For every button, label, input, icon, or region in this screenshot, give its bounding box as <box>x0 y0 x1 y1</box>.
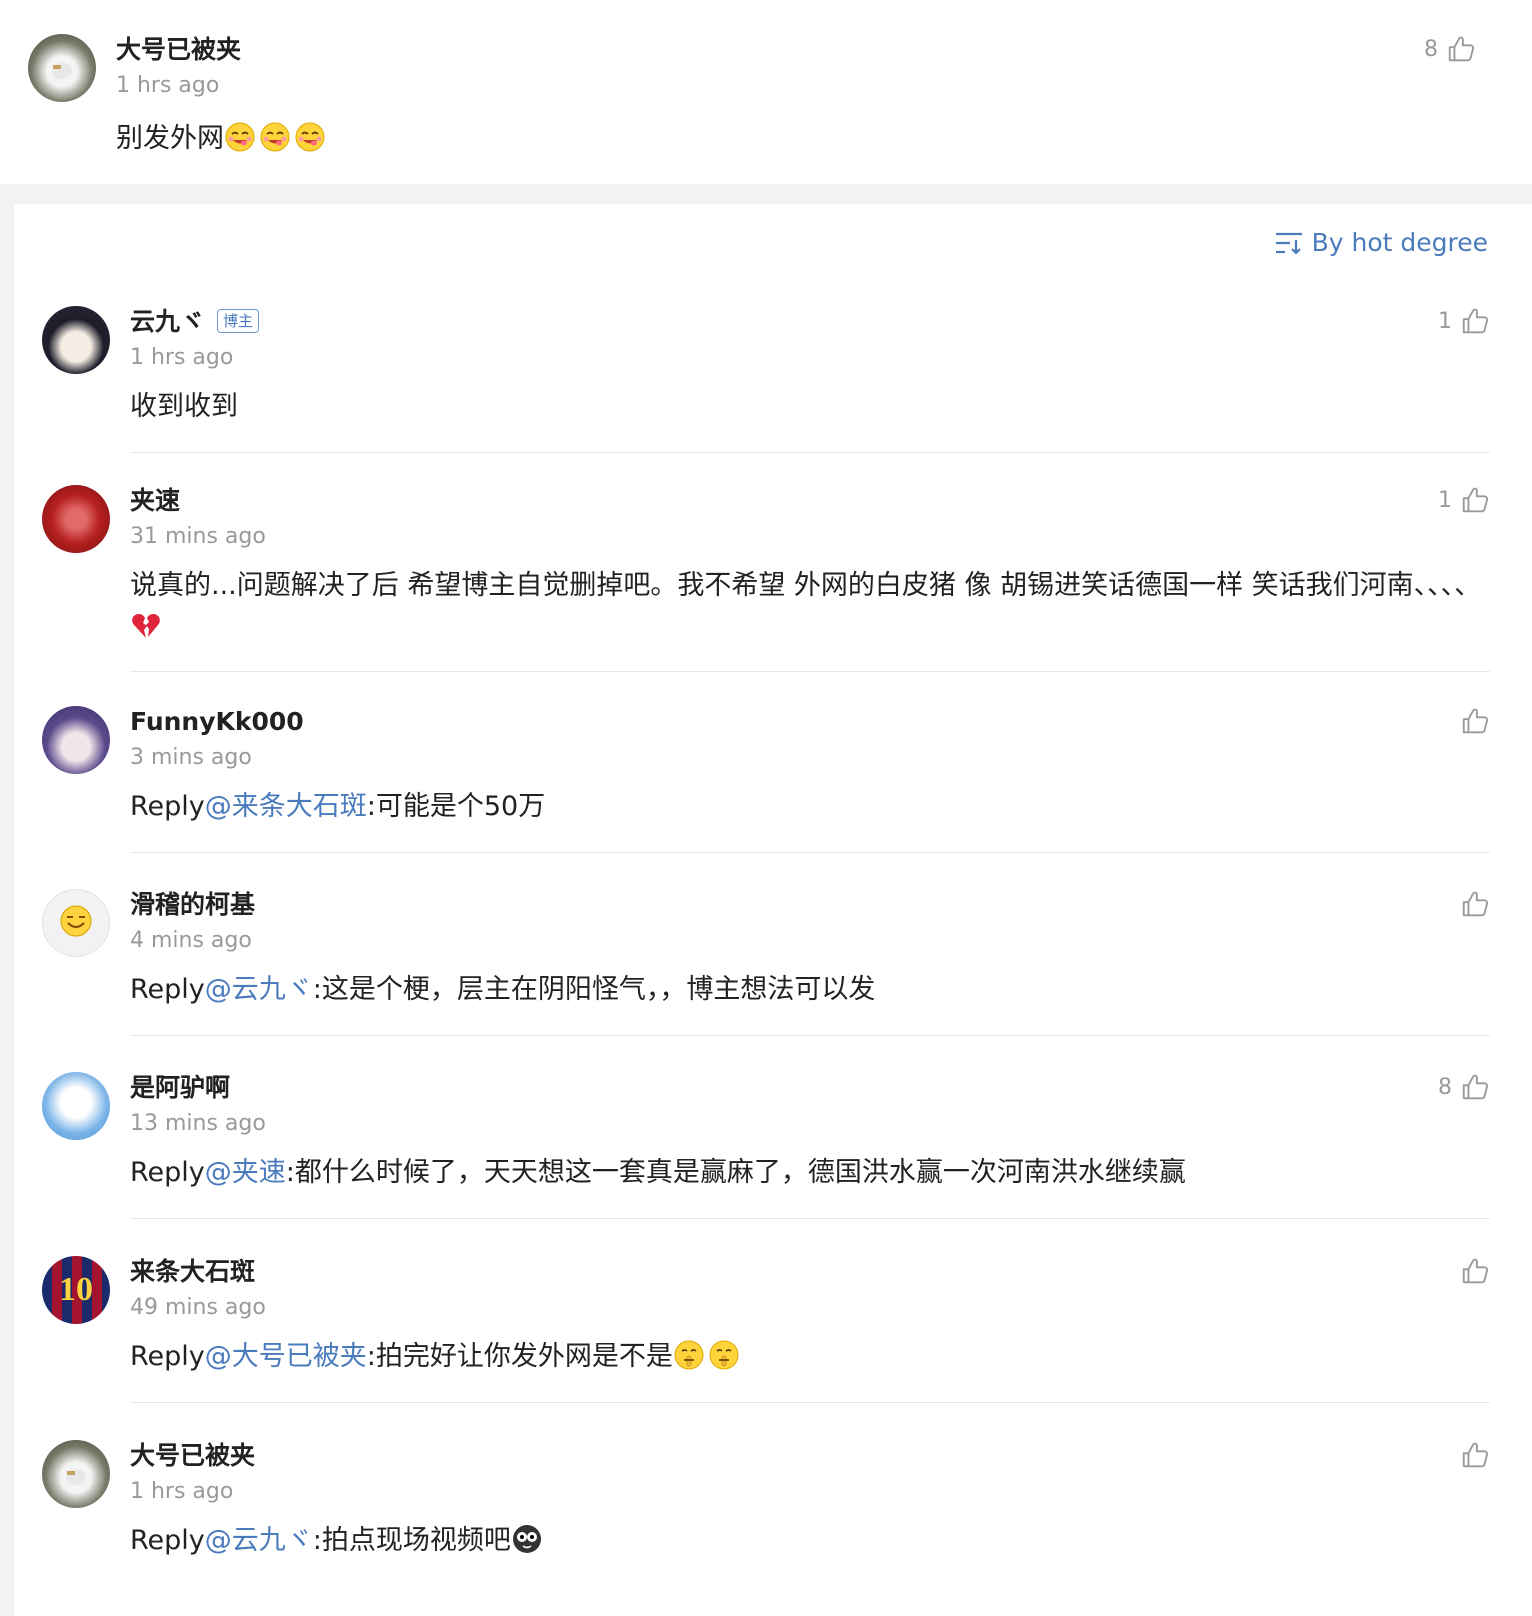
like-count: 8 <box>1438 1074 1452 1100</box>
sort-button[interactable]: By hot degree <box>1274 228 1488 257</box>
comment-text: 收到收到 <box>130 391 238 422</box>
reply-prefix: Reply <box>130 1341 205 1372</box>
comment-body: :可能是个50万 <box>366 791 546 822</box>
timestamp: 4 mins ago <box>130 928 252 953</box>
mention-link[interactable]: @云九ヾ <box>205 974 313 1005</box>
author-badge: 博主 <box>217 309 260 333</box>
avatar[interactable] <box>42 706 110 774</box>
timestamp: 3 mins ago <box>130 745 252 770</box>
thumbs-up-icon <box>1460 889 1490 919</box>
comment-text: 别发外网 <box>116 118 1471 160</box>
timestamp: 13 mins ago <box>130 1111 266 1136</box>
avatar-figure-icon <box>66 1469 86 1485</box>
top-comment-card: 大号已被夹 1 hrs ago 别发外网 8 <box>0 0 1532 184</box>
avatar-figure-icon <box>52 63 72 79</box>
like-button[interactable]: 8 <box>1438 1072 1490 1102</box>
comment-body: :都什么时候了，天天想这一套真是赢麻了，德国洪水赢一次河南洪水继续赢 <box>285 1157 1186 1188</box>
shushing-face-emoji <box>708 1339 740 1371</box>
thumbs-up-icon <box>1460 485 1490 515</box>
reply-prefix: Reply <box>130 1525 205 1556</box>
avatar[interactable] <box>42 889 110 957</box>
username[interactable]: 滑稽的柯基 <box>130 889 255 921</box>
like-button[interactable] <box>1452 706 1490 736</box>
avatar-jersey-number: 10 <box>59 1271 93 1308</box>
like-count: 1 <box>1438 487 1452 513</box>
username[interactable]: 来条大石斑 <box>130 1256 255 1288</box>
comment-text: Reply@云九ヾ:这是个梗，层主在阴阳怪气，，博主想法可以发 <box>130 969 1485 1011</box>
avatar[interactable]: 10 <box>42 1256 110 1324</box>
username[interactable]: 云九ヾ 博主 <box>130 306 260 338</box>
like-button[interactable]: 1 <box>1438 485 1490 515</box>
username[interactable]: 大号已被夹 <box>116 34 241 66</box>
username-text: 云九ヾ <box>130 307 206 336</box>
mention-link[interactable]: @夹速 <box>205 1157 286 1188</box>
comment-body: :拍完好让你发外网是不是 <box>366 1341 673 1372</box>
divider <box>130 1035 1490 1036</box>
comment-text: Reply@大号已被夹:拍完好让你发外网是不是 <box>130 1336 1485 1378</box>
comment-text: Reply@夹速:都什么时候了，天天想这一套真是赢麻了，德国洪水赢一次河南洪水继… <box>130 1152 1485 1194</box>
avatar[interactable] <box>42 1440 110 1508</box>
like-button[interactable]: 8 <box>1424 34 1476 64</box>
username[interactable]: FunnyKk000 <box>130 706 304 738</box>
thumbs-up-icon <box>1460 1256 1490 1286</box>
timestamp: 1 hrs ago <box>130 1479 234 1504</box>
divider <box>130 671 1490 672</box>
like-button[interactable] <box>1452 1256 1490 1286</box>
smiley-face-icon <box>60 905 92 937</box>
timestamp: 1 hrs ago <box>130 345 234 370</box>
timestamp: 31 mins ago <box>130 524 266 549</box>
like-button[interactable]: 1 <box>1438 306 1490 336</box>
comment-text: Reply@来条大石斑:可能是个50万 <box>130 786 1485 828</box>
like-button[interactable] <box>1452 1440 1490 1470</box>
thumbs-up-icon <box>1460 1440 1490 1470</box>
mention-link[interactable]: @云九ヾ <box>205 1525 313 1556</box>
avatar[interactable] <box>28 34 96 102</box>
divider <box>130 1402 1490 1403</box>
yummy-face-emoji <box>259 121 291 153</box>
mention-link[interactable]: @大号已被夹 <box>205 1341 367 1372</box>
divider <box>130 852 1490 853</box>
avatar[interactable] <box>42 1072 110 1140</box>
thumbs-up-icon <box>1460 706 1490 736</box>
comment-list-card: By hot degree 云九ヾ 博主 1 hrs ago 收到收到 1 夹速 … <box>14 204 1532 1616</box>
username[interactable]: 大号已被夹 <box>130 1440 255 1472</box>
reply-prefix: Reply <box>130 974 205 1005</box>
skull-eyes-emoji <box>511 1523 543 1555</box>
shushing-face-emoji <box>673 1339 705 1371</box>
thumbs-up-icon <box>1460 306 1490 336</box>
comment-body: :拍点现场视频吧 <box>312 1525 511 1556</box>
reply-prefix: Reply <box>130 791 205 822</box>
comment-body: 说真的...问题解决了后 希望博主自觉删掉吧。我不希望 外网的白皮猪 像 胡锡进… <box>130 570 1482 601</box>
yummy-face-emoji <box>294 121 326 153</box>
comment-body: 别发外网 <box>116 123 224 154</box>
like-count: 1 <box>1438 308 1452 334</box>
comment-text: Reply@云九ヾ:拍点现场视频吧 <box>130 1520 1485 1562</box>
broken-heart-emoji <box>130 610 162 642</box>
comment-text: 说真的...问题解决了后 希望博主自觉删掉吧。我不希望 外网的白皮猪 像 胡锡进… <box>130 565 1485 649</box>
divider <box>130 452 1490 453</box>
avatar[interactable] <box>42 485 110 553</box>
like-button[interactable] <box>1452 889 1490 919</box>
timestamp: 1 hrs ago <box>116 73 220 98</box>
divider <box>130 1218 1490 1219</box>
reply-prefix: Reply <box>130 1157 205 1188</box>
username[interactable]: 是阿驴啊 <box>130 1072 230 1104</box>
sort-label: By hot degree <box>1311 228 1488 257</box>
thumbs-up-icon <box>1446 34 1476 64</box>
comment-body: :这是个梗，层主在阴阳怪气，，博主想法可以发 <box>312 974 876 1005</box>
timestamp: 49 mins ago <box>130 1295 266 1320</box>
yummy-face-emoji <box>224 121 256 153</box>
username[interactable]: 夹速 <box>130 485 180 517</box>
mention-link[interactable]: @来条大石斑 <box>205 791 367 822</box>
thumbs-up-icon <box>1460 1072 1490 1102</box>
like-count: 8 <box>1424 36 1438 62</box>
avatar[interactable] <box>42 306 110 374</box>
sort-lines-icon <box>1275 232 1302 255</box>
